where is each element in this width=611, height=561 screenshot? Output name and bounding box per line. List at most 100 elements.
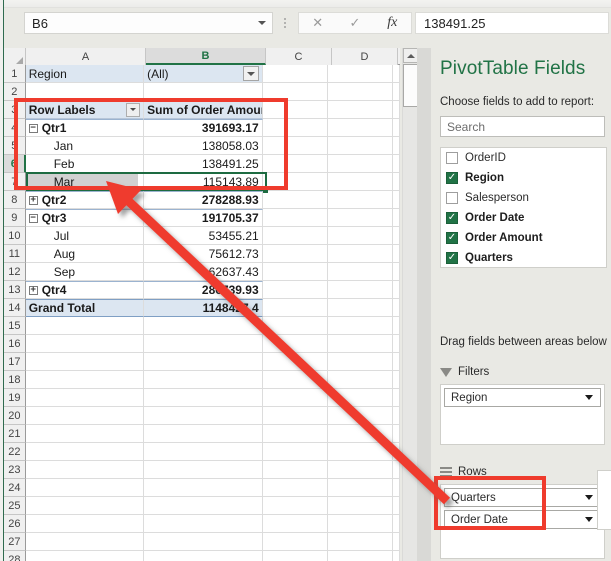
cell-c13[interactable] — [263, 281, 328, 299]
cell-c5[interactable] — [263, 137, 328, 155]
cell-a10[interactable]: Jul — [26, 227, 145, 245]
cell-a24[interactable] — [26, 479, 144, 497]
row-header-3[interactable]: 3 — [4, 101, 26, 119]
grid-vertical-scrollbar[interactable] — [402, 48, 417, 561]
cell-e4[interactable] — [393, 119, 400, 137]
row-header-25[interactable]: 25 — [4, 497, 26, 515]
field-checkbox[interactable] — [446, 232, 458, 244]
cell-b1[interactable]: (All) — [144, 65, 262, 83]
cell-d13[interactable] — [328, 281, 393, 299]
column-header-b[interactable]: B — [146, 48, 266, 65]
cell-e1[interactable] — [393, 65, 400, 83]
cell-c23[interactable] — [263, 461, 328, 479]
cell-c20[interactable] — [263, 407, 328, 425]
cell-e17[interactable] — [393, 353, 400, 371]
row-header-1[interactable]: 1 — [4, 65, 26, 83]
cell-c7[interactable] — [263, 173, 328, 191]
cell-b28[interactable] — [144, 551, 262, 561]
scrollbar-thumb[interactable] — [403, 64, 418, 107]
cell-c6[interactable] — [263, 155, 328, 173]
chevron-down-icon[interactable] — [585, 517, 593, 522]
row-header-26[interactable]: 26 — [4, 515, 26, 533]
cell-e13[interactable] — [393, 281, 400, 299]
row-header-12[interactable]: 12 — [4, 263, 26, 281]
cell-b17[interactable] — [144, 353, 262, 371]
name-box-dropdown-icon[interactable] — [252, 13, 272, 33]
cell-d28[interactable] — [328, 551, 393, 561]
field-list-item[interactable]: Order Amount — [441, 228, 606, 248]
cell-e27[interactable] — [393, 533, 400, 551]
filters-area-box[interactable]: Region — [440, 384, 605, 445]
cell-e11[interactable] — [393, 245, 400, 263]
cell-d16[interactable] — [328, 335, 393, 353]
row-header-11[interactable]: 11 — [4, 245, 26, 263]
cell-a28[interactable] — [26, 551, 144, 561]
cell-d12[interactable] — [328, 263, 393, 281]
cell-d20[interactable] — [328, 407, 393, 425]
cell-a21[interactable] — [26, 425, 144, 443]
cell-e14[interactable] — [393, 299, 400, 317]
cell-a15[interactable] — [26, 317, 144, 335]
cell-c27[interactable] — [263, 533, 328, 551]
cell-b2[interactable] — [144, 83, 262, 101]
cell-d27[interactable] — [328, 533, 393, 551]
cell-d14[interactable] — [328, 299, 393, 317]
field-list-item[interactable]: Salesperson — [441, 188, 606, 208]
spreadsheet-grid[interactable]: A B C D 1Region(All)23Row LabelsSum of O… — [4, 48, 400, 561]
cell-c2[interactable] — [263, 83, 328, 101]
row-header-20[interactable]: 20 — [4, 407, 26, 425]
row-header-6[interactable]: 6 — [4, 155, 26, 173]
row-header-19[interactable]: 19 — [4, 389, 26, 407]
name-box[interactable]: B6 — [24, 12, 273, 34]
row-header-10[interactable]: 10 — [4, 227, 26, 245]
cell-e12[interactable] — [393, 263, 400, 281]
cell-c10[interactable] — [263, 227, 328, 245]
cell-b7[interactable]: 115143.89 — [144, 173, 262, 191]
cell-b10[interactable]: 53455.21 — [144, 227, 262, 245]
cell-a7[interactable]: Mar — [26, 173, 145, 191]
cell-b18[interactable] — [144, 371, 262, 389]
cell-a26[interactable] — [26, 515, 144, 533]
field-chip-region[interactable]: Region — [444, 388, 601, 407]
cell-d9[interactable] — [328, 209, 393, 227]
field-checkbox[interactable] — [446, 192, 458, 204]
cell-c8[interactable] — [263, 191, 328, 209]
cell-a4[interactable]: −Qtr1 — [26, 119, 144, 137]
cell-c4[interactable] — [263, 119, 328, 137]
cell-e5[interactable] — [393, 137, 400, 155]
cell-c1[interactable] — [263, 65, 328, 83]
cell-a5[interactable]: Jan — [26, 137, 145, 155]
row-header-17[interactable]: 17 — [4, 353, 26, 371]
cell-e20[interactable] — [393, 407, 400, 425]
report-filter-dropdown-button[interactable] — [243, 66, 259, 81]
cell-a12[interactable]: Sep — [26, 263, 145, 281]
cell-a14[interactable]: Grand Total — [26, 299, 144, 317]
cell-e25[interactable] — [393, 497, 400, 515]
cell-a20[interactable] — [26, 407, 144, 425]
field-chip-order-date[interactable]: Order Date — [444, 510, 601, 529]
column-header-d[interactable]: D — [332, 48, 398, 65]
row-header-14[interactable]: 14 — [4, 299, 26, 317]
cell-a1[interactable]: Region — [26, 65, 144, 83]
select-all-corner[interactable] — [4, 48, 26, 65]
formula-bar[interactable]: 138491.25 — [415, 12, 609, 34]
cell-a9[interactable]: −Qtr3 — [26, 209, 144, 227]
cell-d5[interactable] — [328, 137, 393, 155]
cell-a25[interactable] — [26, 497, 144, 515]
column-header-a[interactable]: A — [26, 48, 146, 65]
row-header-5[interactable]: 5 — [4, 137, 26, 155]
cell-e9[interactable] — [393, 209, 400, 227]
cell-e10[interactable] — [393, 227, 400, 245]
field-list-item[interactable]: Region — [441, 168, 606, 188]
cell-a18[interactable] — [26, 371, 144, 389]
cell-b21[interactable] — [144, 425, 262, 443]
collapse-icon[interactable]: − — [29, 124, 38, 133]
field-checkbox[interactable] — [446, 172, 458, 184]
cell-c15[interactable] — [263, 317, 328, 335]
rows-area-box[interactable]: Quarters Order Date — [440, 484, 605, 559]
field-checkbox[interactable] — [446, 252, 458, 264]
cell-b24[interactable] — [144, 479, 262, 497]
cell-b16[interactable] — [144, 335, 262, 353]
cell-a2[interactable] — [26, 83, 144, 101]
expand-icon[interactable]: + — [29, 286, 38, 295]
